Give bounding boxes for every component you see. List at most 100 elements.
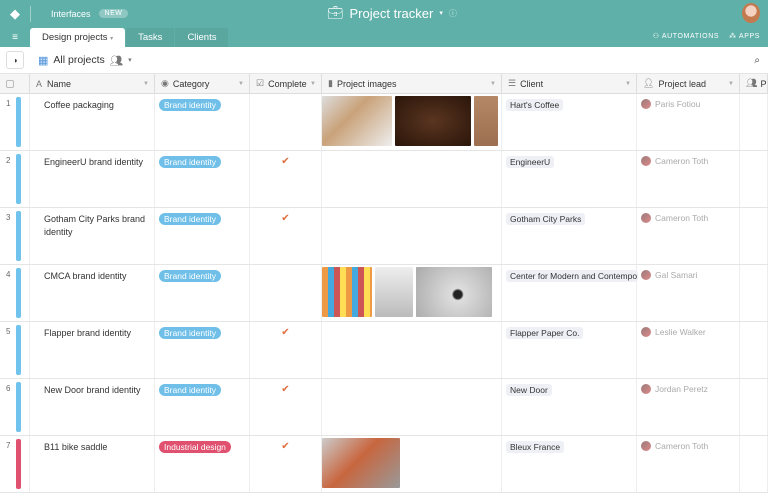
- client-link[interactable]: Flapper Paper Co.: [506, 327, 584, 339]
- project-lead-cell[interactable]: Leslie Walker: [637, 322, 740, 378]
- more-cell[interactable]: [740, 265, 768, 321]
- project-images-cell[interactable]: [322, 322, 502, 378]
- column-header-client[interactable]: ☰ Client ▼: [502, 74, 637, 93]
- client-link[interactable]: New Door: [506, 384, 552, 396]
- row-number-cell[interactable]: 2: [0, 151, 30, 207]
- client-link[interactable]: Gotham City Parks: [506, 213, 586, 225]
- row-number-cell[interactable]: 7: [0, 436, 30, 492]
- table-row[interactable]: 5 Flapper brand identity Brand identity …: [0, 322, 768, 379]
- client-link[interactable]: EngineerU: [506, 156, 555, 168]
- project-lead-cell[interactable]: Cameron Toth: [637, 151, 740, 207]
- category-cell[interactable]: Brand identity: [155, 94, 250, 150]
- row-number-cell[interactable]: 5: [0, 322, 30, 378]
- column-header-more[interactable]: 👥︎Pr: [740, 74, 768, 93]
- more-cell[interactable]: [740, 208, 768, 264]
- search-icon[interactable]: ⌕: [754, 55, 760, 66]
- complete-cell[interactable]: ✔: [250, 379, 322, 435]
- chevron-down-icon[interactable]: ▼: [310, 81, 316, 87]
- more-cell[interactable]: [740, 322, 768, 378]
- project-lead-cell[interactable]: Cameron Toth: [637, 436, 740, 492]
- project-lead-cell[interactable]: Paris Fotiou: [637, 94, 740, 150]
- project-lead-cell[interactable]: Cameron Toth: [637, 208, 740, 264]
- table-row[interactable]: 2 EngineerU brand identity Brand identit…: [0, 151, 768, 208]
- chevron-down-icon[interactable]: ▼: [490, 81, 496, 87]
- project-lead-cell[interactable]: Jordan Peretz: [637, 379, 740, 435]
- interfaces-link[interactable]: Interfaces: [51, 9, 91, 19]
- airtable-logo-icon[interactable]: ◆: [0, 6, 30, 22]
- category-cell[interactable]: Brand identity: [155, 322, 250, 378]
- project-images-cell[interactable]: [322, 436, 502, 492]
- project-lead-cell[interactable]: Gal Samari: [637, 265, 740, 321]
- complete-cell[interactable]: ✔: [250, 436, 322, 492]
- project-image-thumbnail[interactable]: [474, 96, 498, 146]
- project-images-cell[interactable]: [322, 379, 502, 435]
- complete-cell[interactable]: [250, 265, 322, 321]
- name-cell[interactable]: Flapper brand identity: [30, 322, 155, 378]
- name-cell[interactable]: New Door brand identity: [30, 379, 155, 435]
- more-cell[interactable]: [740, 379, 768, 435]
- chevron-down-icon[interactable]: ▼: [728, 81, 734, 87]
- chevron-down-icon[interactable]: ▼: [625, 81, 631, 87]
- complete-cell[interactable]: [250, 94, 322, 150]
- tab-clients[interactable]: Clients: [175, 28, 229, 47]
- table-row[interactable]: 3 Gotham City Parks brand identity Brand…: [0, 208, 768, 265]
- category-cell[interactable]: Brand identity: [155, 265, 250, 321]
- category-cell[interactable]: Brand identity: [155, 151, 250, 207]
- chevron-down-icon[interactable]: ▼: [143, 81, 149, 87]
- more-cell[interactable]: [740, 151, 768, 207]
- complete-cell[interactable]: ✔: [250, 322, 322, 378]
- name-cell[interactable]: EngineerU brand identity: [30, 151, 155, 207]
- name-cell[interactable]: Gotham City Parks brand identity: [30, 208, 155, 264]
- name-cell[interactable]: B11 bike saddle: [30, 436, 155, 492]
- client-cell[interactable]: Bleux France: [502, 436, 637, 492]
- column-header-project-lead[interactable]: 👤︎ Project lead ▼: [637, 74, 740, 93]
- more-cell[interactable]: [740, 94, 768, 150]
- name-cell[interactable]: CMCA brand identity: [30, 265, 155, 321]
- project-images-cell[interactable]: [322, 208, 502, 264]
- column-header-project-images[interactable]: ▮ Project images ▼: [322, 74, 502, 93]
- project-image-thumbnail[interactable]: [395, 96, 471, 146]
- more-cell[interactable]: [740, 436, 768, 492]
- project-images-cell[interactable]: [322, 151, 502, 207]
- project-image-thumbnail[interactable]: [322, 96, 392, 146]
- project-image-thumbnail[interactable]: [322, 438, 400, 488]
- row-number-cell[interactable]: 6: [0, 379, 30, 435]
- project-image-thumbnail[interactable]: [375, 267, 413, 317]
- complete-cell[interactable]: ✔: [250, 151, 322, 207]
- category-cell[interactable]: Industrial design: [155, 436, 250, 492]
- name-cell[interactable]: Coffee packaging: [30, 94, 155, 150]
- table-row[interactable]: 1 Coffee packaging Brand identity Hart's…: [0, 94, 768, 151]
- row-number-cell[interactable]: 4: [0, 265, 30, 321]
- project-image-thumbnail[interactable]: [322, 267, 372, 317]
- user-avatar[interactable]: [742, 3, 760, 23]
- table-row[interactable]: 4 CMCA brand identity Brand identity Cen…: [0, 265, 768, 322]
- row-number-cell[interactable]: 3: [0, 208, 30, 264]
- project-image-thumbnail[interactable]: [416, 267, 492, 317]
- client-cell[interactable]: Flapper Paper Co.: [502, 322, 637, 378]
- client-cell[interactable]: New Door: [502, 379, 637, 435]
- project-images-cell[interactable]: [322, 94, 502, 150]
- info-icon[interactable]: ⓘ: [449, 8, 457, 19]
- tab-tasks[interactable]: Tasks: [126, 28, 175, 47]
- project-images-cell[interactable]: [322, 265, 502, 321]
- table-row[interactable]: 7 B11 bike saddle Industrial design ✔ Bl…: [0, 436, 768, 493]
- client-link[interactable]: Bleux France: [506, 441, 565, 453]
- column-header-name[interactable]: A Name ▼: [30, 74, 155, 93]
- sidebar-toggle-icon[interactable]: ◑: [6, 51, 24, 69]
- column-header-complete[interactable]: ☑ Complete ▼: [250, 74, 322, 93]
- apps-button[interactable]: ⁂ APPS: [729, 32, 760, 40]
- client-cell[interactable]: Center for Modern and Contempo: [502, 265, 638, 321]
- category-cell[interactable]: Brand identity: [155, 208, 250, 264]
- client-cell[interactable]: EngineerU: [502, 151, 637, 207]
- row-number-cell[interactable]: 1: [0, 94, 30, 150]
- chevron-down-icon[interactable]: ▼: [238, 81, 244, 87]
- column-header-category[interactable]: ◉ Category ▼: [155, 74, 250, 93]
- select-all-checkbox[interactable]: [0, 74, 30, 93]
- client-link[interactable]: Hart's Coffee: [506, 99, 564, 111]
- hamburger-menu-icon[interactable]: ≡: [0, 32, 30, 43]
- base-title[interactable]: 💼︎ Project tracker ▾ ⓘ: [327, 5, 457, 21]
- view-switcher[interactable]: ▦ All projects 👥︎ ▾: [38, 54, 132, 67]
- category-cell[interactable]: Brand identity: [155, 379, 250, 435]
- client-cell[interactable]: Hart's Coffee: [502, 94, 637, 150]
- tab-design-projects[interactable]: Design projects ▾: [30, 28, 126, 47]
